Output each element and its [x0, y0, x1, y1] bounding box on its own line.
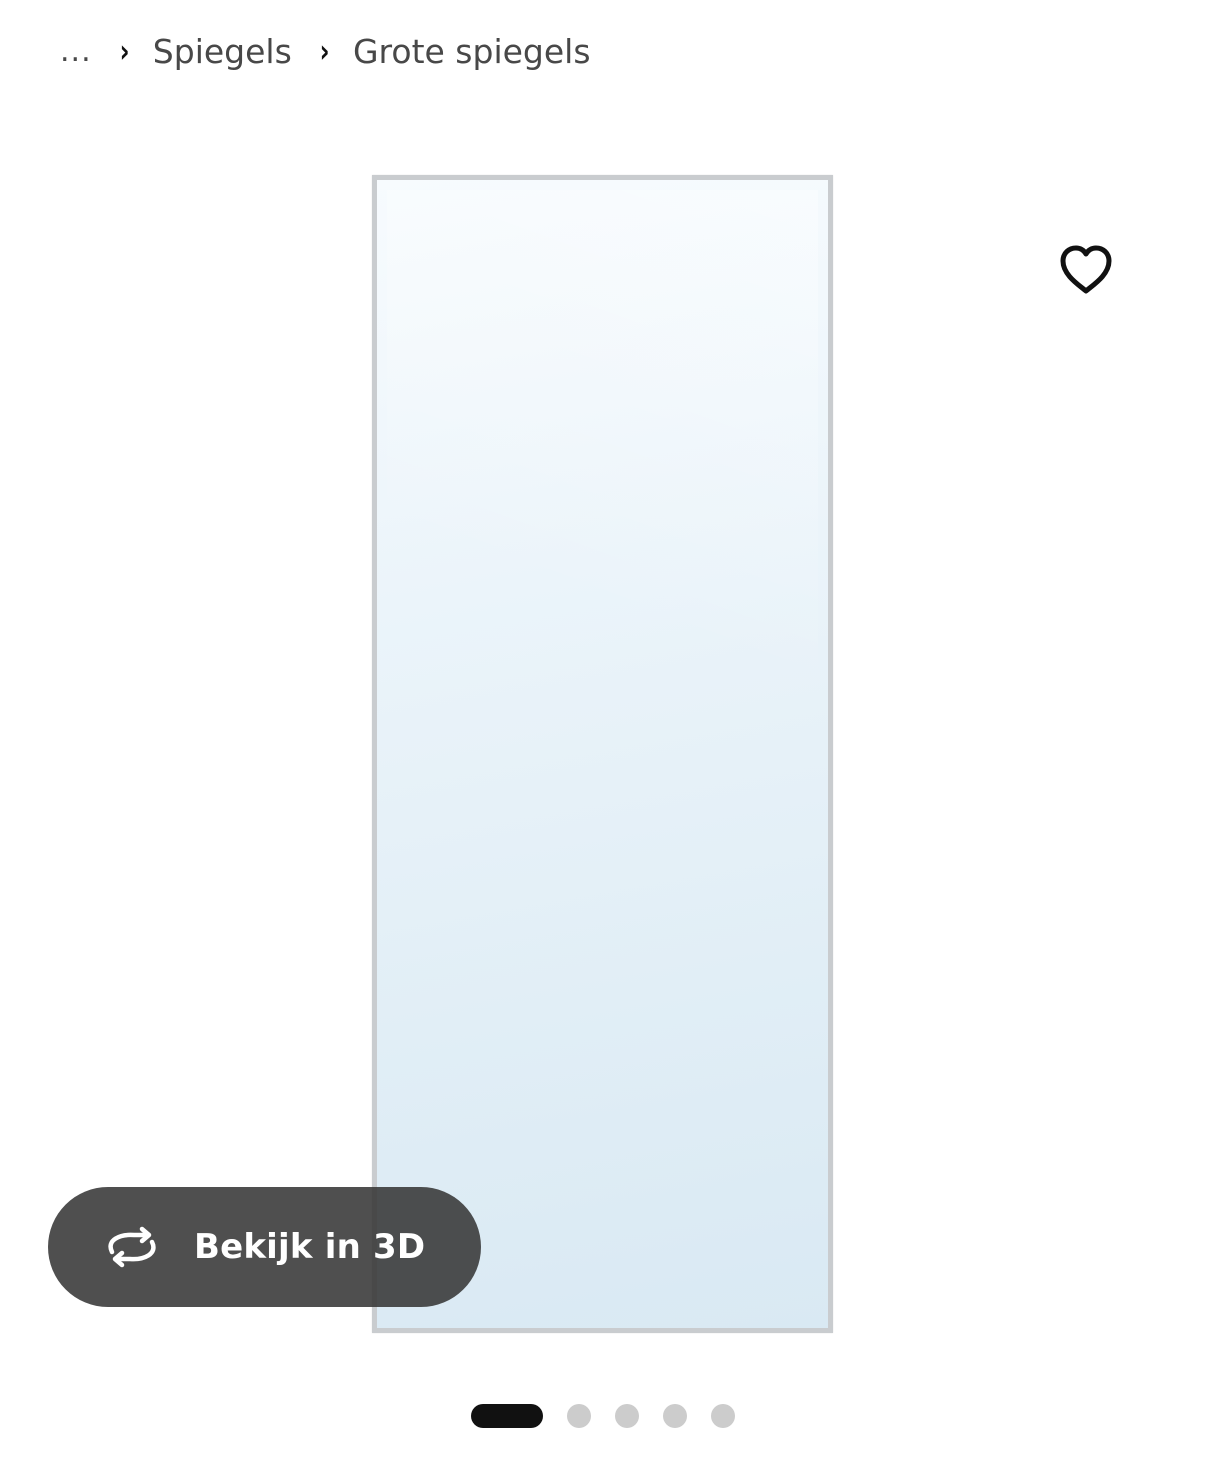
carousel-dot-1[interactable] [471, 1404, 543, 1428]
carousel-dot-4[interactable] [663, 1404, 687, 1428]
breadcrumb: ... › Spiegels › Grote spiegels [60, 26, 591, 76]
carousel-dot-2[interactable] [567, 1404, 591, 1428]
carousel-dot-3[interactable] [615, 1404, 639, 1428]
mirror-glass [387, 190, 818, 1318]
heart-icon [1060, 245, 1112, 294]
mirror-image [372, 175, 833, 1333]
breadcrumb-ellipsis[interactable]: ... [60, 34, 92, 69]
view-in-3d-label: Bekijk in 3D [194, 1227, 426, 1267]
breadcrumb-item-spiegels[interactable]: Spiegels [153, 32, 292, 71]
favourite-button[interactable] [1028, 212, 1144, 328]
breadcrumb-item-grote-spiegels[interactable]: Grote spiegels [353, 32, 591, 71]
carousel-dot-5[interactable] [711, 1404, 735, 1428]
rotate-3d-icon [102, 1226, 162, 1268]
chevron-right-icon: › [319, 32, 330, 70]
view-in-3d-button[interactable]: Bekijk in 3D [48, 1187, 481, 1307]
chevron-right-icon: › [119, 32, 130, 70]
carousel-indicator [471, 1404, 735, 1428]
